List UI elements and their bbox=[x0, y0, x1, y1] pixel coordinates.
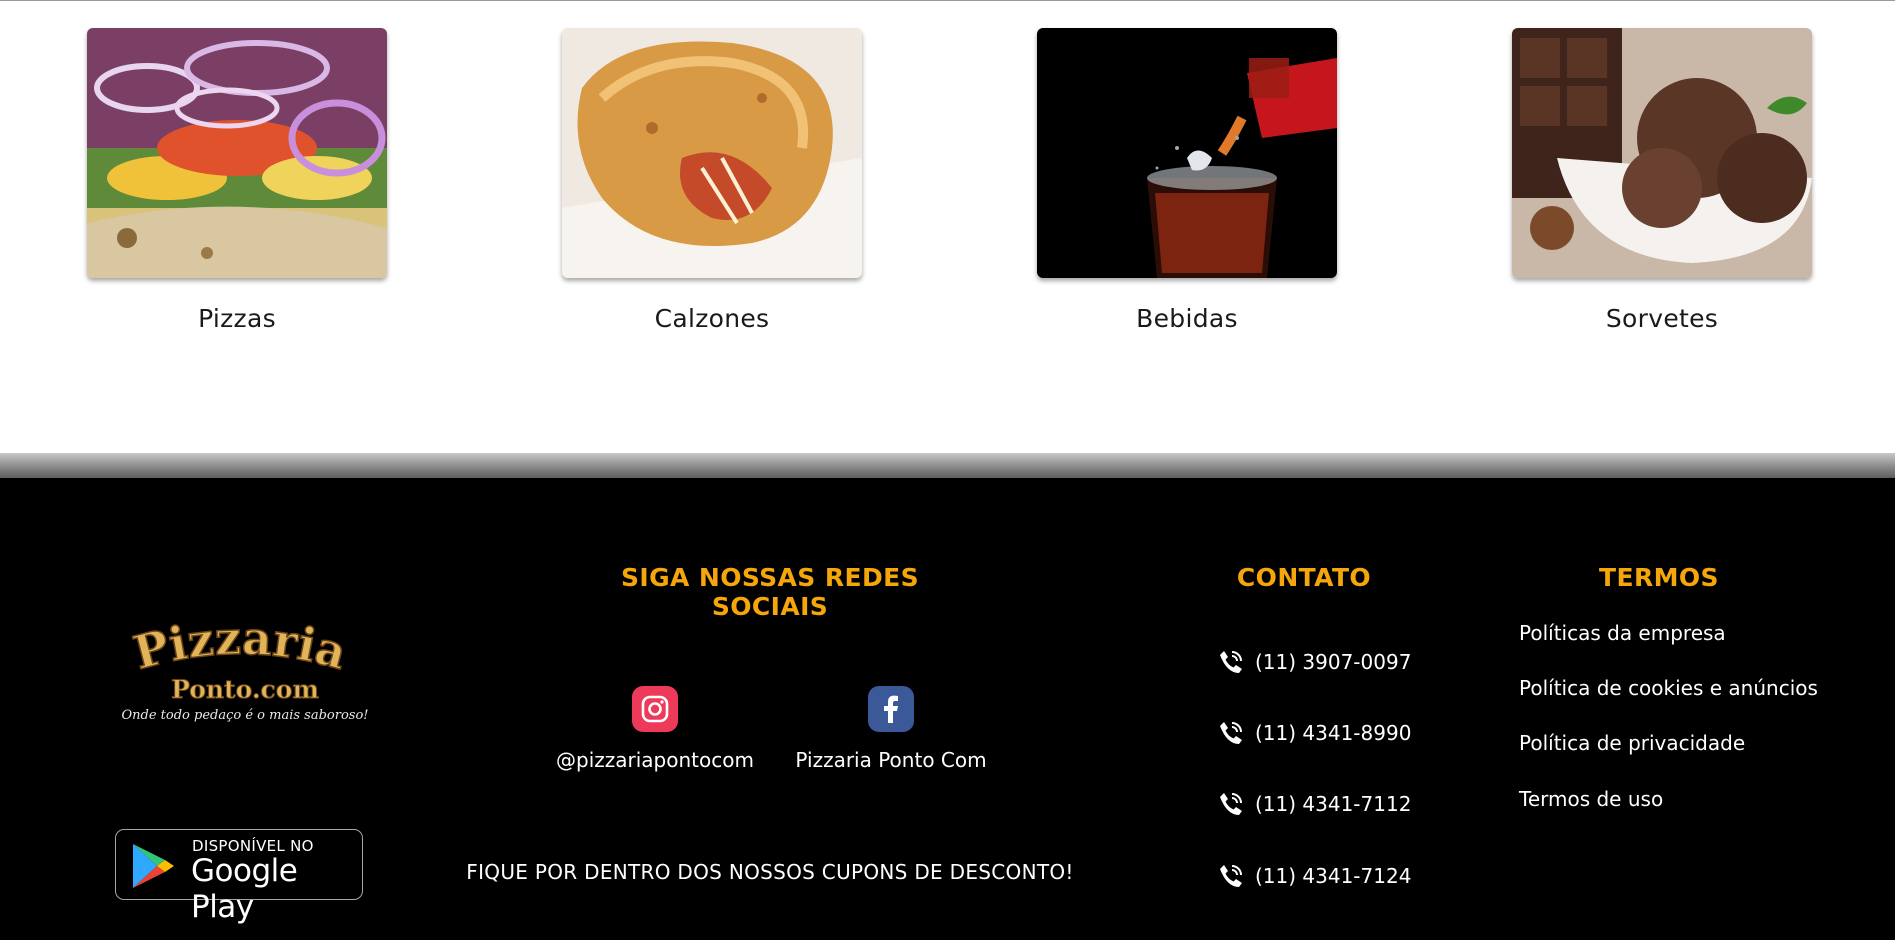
instagram-icon bbox=[632, 686, 678, 732]
site-footer: Pizzaria Ponto.com Onde todo pedaço é o … bbox=[0, 478, 1895, 940]
soda-photo bbox=[1037, 28, 1337, 278]
phone-number: (11) 3907-0097 bbox=[1255, 650, 1412, 674]
badge-big-text: Google Play bbox=[191, 853, 298, 925]
contact-phone[interactable]: (11) 4341-7112 bbox=[1217, 790, 1411, 818]
category-label: Bebidas bbox=[1136, 304, 1238, 333]
instagram-handle: @pizzariapontocom bbox=[556, 748, 754, 772]
contact-phone[interactable]: (11) 4341-8990 bbox=[1217, 719, 1411, 747]
phone-icon bbox=[1220, 651, 1242, 673]
terms-link-company-policies[interactable]: Políticas da empresa bbox=[1519, 621, 1726, 645]
svg-text:Ponto.com: Ponto.com bbox=[171, 675, 319, 704]
terms-heading: TERMOS bbox=[1599, 563, 1719, 592]
social-heading: SIGA NOSSAS REDES SOCIAIS bbox=[621, 563, 919, 621]
pizza-photo bbox=[87, 28, 387, 278]
contact-phone[interactable]: (11) 3907-0097 bbox=[1217, 648, 1411, 676]
phone-icon bbox=[1220, 793, 1242, 815]
phone-number: (11) 4341-7112 bbox=[1255, 792, 1412, 816]
terms-link-cookies-ads[interactable]: Política de cookies e anúncios bbox=[1519, 676, 1818, 700]
calzone-photo bbox=[562, 28, 862, 278]
phone-number: (11) 4341-8990 bbox=[1255, 721, 1412, 745]
coupons-notice: FIQUE POR DENTRO DOS NOSSOS CUPONS DE DE… bbox=[466, 860, 1074, 884]
category-card-pizzas[interactable]: Pizzas bbox=[87, 28, 387, 333]
google-play-icon bbox=[133, 844, 174, 888]
ice-cream-photo bbox=[1512, 28, 1812, 278]
contact-phone[interactable]: (11) 4341-7124 bbox=[1217, 862, 1411, 890]
terms-link-terms-of-use[interactable]: Termos de uso bbox=[1519, 787, 1663, 811]
phone-icon bbox=[1220, 865, 1242, 887]
svg-text:Onde todo pedaço é o mais sabo: Onde todo pedaço é o mais saboroso! bbox=[122, 708, 369, 723]
phone-number: (11) 4341-7124 bbox=[1255, 864, 1412, 888]
category-card-sorvetes[interactable]: Sorvetes bbox=[1512, 28, 1812, 333]
google-play-badge[interactable]: DISPONÍVEL NO Google Play bbox=[115, 829, 363, 925]
category-label: Pizzas bbox=[198, 304, 276, 333]
facebook-icon bbox=[868, 686, 914, 732]
facebook-handle: Pizzaria Ponto Com bbox=[795, 748, 987, 772]
contact-heading: CONTATO bbox=[1236, 563, 1372, 592]
pizzaria-logo[interactable]: Pizzaria Ponto.com Onde todo pedaço é o … bbox=[100, 610, 380, 728]
category-card-calzones[interactable]: Calzones bbox=[562, 28, 862, 333]
category-card-bebidas[interactable]: Bebidas bbox=[1037, 28, 1337, 333]
phone-icon bbox=[1220, 722, 1242, 744]
instagram-link[interactable]: @pizzariapontocom bbox=[545, 686, 765, 772]
category-label: Sorvetes bbox=[1605, 304, 1719, 333]
top-divider bbox=[0, 0, 1895, 1]
terms-link-privacy[interactable]: Política de privacidade bbox=[1519, 731, 1745, 755]
svg-text:Pizzaria: Pizzaria bbox=[128, 618, 352, 680]
facebook-link[interactable]: Pizzaria Ponto Com bbox=[781, 686, 1001, 772]
section-divider-shadow bbox=[0, 453, 1895, 478]
category-label: Calzones bbox=[654, 304, 770, 333]
